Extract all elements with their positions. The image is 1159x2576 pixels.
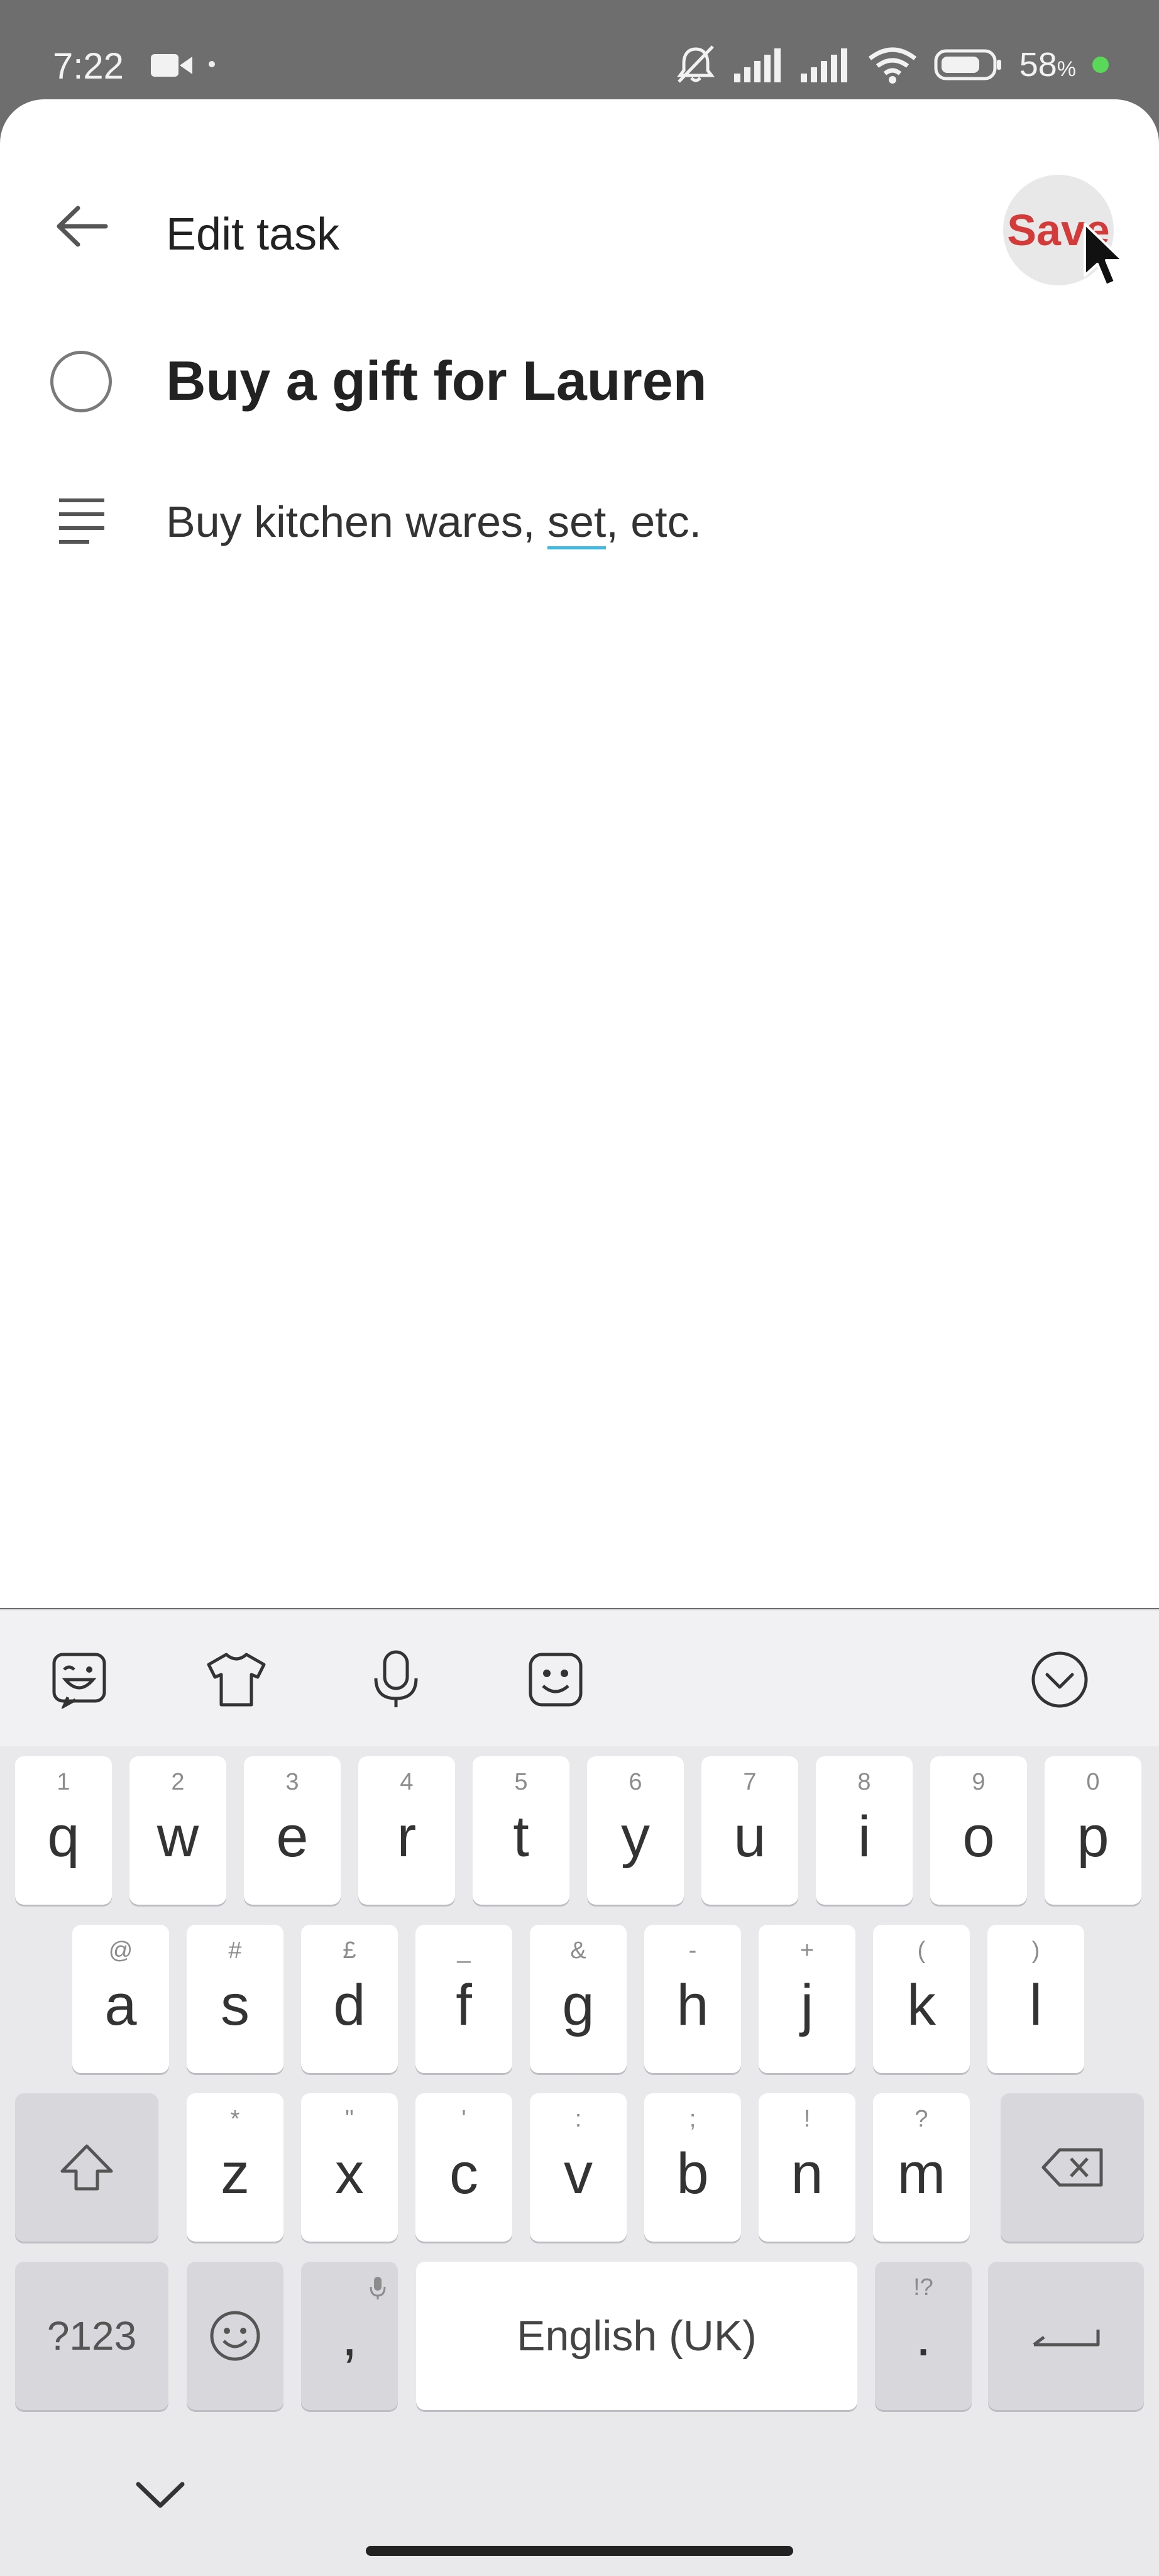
home-indicator-bar[interactable] xyxy=(366,2546,793,2556)
voice-input-button[interactable] xyxy=(365,1648,427,1711)
notes-lines-icon xyxy=(59,498,104,544)
sticker-icon xyxy=(52,1653,106,1709)
status-bar: 7:22 58% xyxy=(0,0,1159,101)
key-b[interactable]: ; b xyxy=(644,2093,741,2242)
back-button[interactable] xyxy=(44,189,119,264)
space-key[interactable]: English (UK) xyxy=(416,2262,857,2410)
keyboard-toolbar xyxy=(0,1610,1159,1746)
status-time: 7:22 xyxy=(53,46,124,87)
smiley-icon xyxy=(210,2311,260,2361)
theme-shirt-icon xyxy=(207,1653,266,1707)
key-j[interactable]: + j xyxy=(759,1925,855,2073)
shift-key[interactable] xyxy=(15,2093,158,2242)
battery-percentage: 58% xyxy=(1019,46,1076,84)
key-a[interactable]: @ a xyxy=(72,1925,169,2073)
mouse-pointer-icon xyxy=(1084,223,1124,287)
notifications-muted-icon xyxy=(676,45,715,83)
notification-dot-icon xyxy=(209,61,215,67)
key-z[interactable]: * z xyxy=(187,2093,283,2242)
symbols-key[interactable]: ?123 xyxy=(15,2262,168,2410)
key-f[interactable]: _ f xyxy=(415,1925,512,2073)
comma-key[interactable]: , xyxy=(301,2262,398,2410)
task-notes-input[interactable]: Buy kitchen wares, set, etc. xyxy=(166,497,701,549)
theme-button[interactable] xyxy=(205,1648,268,1711)
backspace-key[interactable] xyxy=(1001,2093,1144,2242)
period-key[interactable]: !?. xyxy=(875,2262,972,2410)
wifi-icon xyxy=(868,47,916,84)
shift-arrow-icon xyxy=(60,2144,113,2191)
hide-keyboard-chevron-icon[interactable] xyxy=(132,2477,189,2514)
battery-icon xyxy=(934,49,1001,80)
edit-task-sheet xyxy=(0,99,1159,1608)
emoji-face-icon xyxy=(529,1653,583,1707)
key-u[interactable]: 7u xyxy=(701,1756,798,1905)
enter-key[interactable] xyxy=(988,2262,1144,2410)
key-t[interactable]: 5t xyxy=(473,1756,569,1905)
signal-icon xyxy=(800,48,847,82)
page-title: Edit task xyxy=(166,209,340,260)
key-k[interactable]: (k xyxy=(873,1925,970,2073)
key-n[interactable]: ! n xyxy=(759,2093,855,2242)
spellcheck-underlined-word[interactable]: set xyxy=(547,497,607,549)
backspace-icon xyxy=(1041,2148,1103,2187)
task-title-input[interactable]: Buy a gift for Lauren xyxy=(166,349,707,413)
microphone-icon xyxy=(374,1650,418,1707)
key-d[interactable]: £ d xyxy=(301,1925,398,2073)
key-y[interactable]: 6y xyxy=(587,1756,684,1905)
key-v[interactable]: :v xyxy=(530,2093,627,2242)
key-r[interactable]: 4r xyxy=(358,1756,455,1905)
task-complete-checkbox[interactable] xyxy=(50,351,112,412)
collapse-chevron-icon xyxy=(1031,1651,1088,1708)
enter-icon xyxy=(1033,2330,1100,2347)
key-g[interactable]: & g xyxy=(530,1925,627,2073)
collapse-keyboard-button[interactable] xyxy=(1028,1648,1091,1711)
key-s[interactable]: # s xyxy=(187,1925,283,2073)
video-camera-icon xyxy=(151,54,192,77)
emoji-button[interactable] xyxy=(524,1648,587,1711)
key-w[interactable]: 2w xyxy=(129,1756,226,1905)
mic-hint-icon xyxy=(370,2277,386,2299)
privacy-indicator-dot xyxy=(1092,57,1109,73)
key-q[interactable]: 1q xyxy=(15,1756,112,1905)
key-x[interactable]: " x xyxy=(301,2093,398,2242)
key-i[interactable]: 8i xyxy=(816,1756,913,1905)
emoji-key[interactable] xyxy=(187,2262,283,2410)
key-p[interactable]: 0p xyxy=(1045,1756,1141,1905)
key-o[interactable]: 9o xyxy=(930,1756,1027,1905)
key-m[interactable]: ? m xyxy=(873,2093,970,2242)
key-e[interactable]: 3e xyxy=(244,1756,341,1905)
signal-icon xyxy=(733,48,781,82)
arrow-left-icon xyxy=(57,206,108,247)
key-h[interactable]: -h xyxy=(644,1925,741,2073)
sticker-button[interactable] xyxy=(48,1648,111,1711)
key-c[interactable]: ' c xyxy=(415,2093,512,2242)
key-l[interactable]: ) l xyxy=(987,1925,1084,2073)
on-screen-keyboard xyxy=(0,1609,1159,2576)
